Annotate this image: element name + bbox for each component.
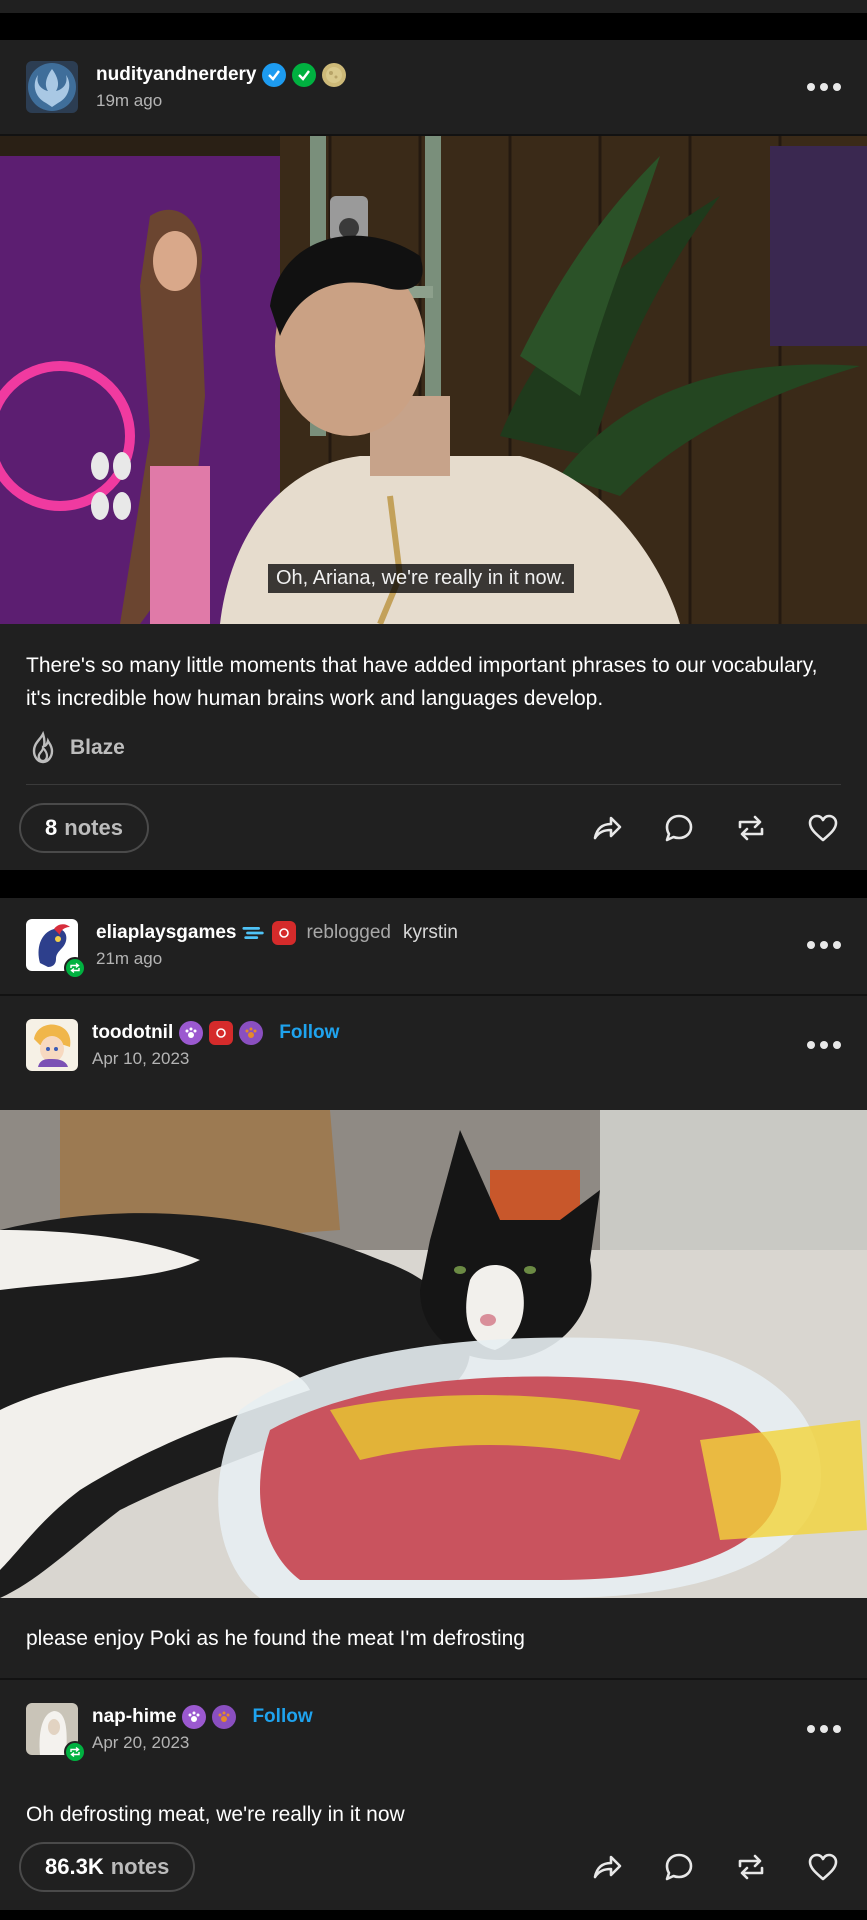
reblog-badge-icon	[64, 1741, 86, 1763]
more-options-icon[interactable]	[807, 935, 841, 955]
reblog-source[interactable]: kyrstin	[403, 922, 458, 944]
post-card: nudityandnerdery 19m ago Oh, Ariana, we'…	[0, 40, 867, 870]
trail-text: please enjoy Poki as he found the meat I…	[26, 1627, 525, 1650]
like-icon[interactable]	[807, 1851, 839, 1883]
follow-button[interactable]: Follow	[252, 1706, 312, 1728]
previous-post-tail	[0, 0, 867, 13]
cat-photo-image	[0, 1110, 867, 1598]
rebel-alliance-avatar-icon	[26, 61, 78, 113]
blog-name[interactable]: eliaplaysgames	[96, 922, 236, 944]
trail-date: Apr 20, 2023	[92, 1733, 190, 1752]
paw-badge-icon	[182, 1705, 207, 1729]
paw-icon	[212, 1705, 237, 1729]
avatar[interactable]	[26, 1019, 78, 1071]
trail-header: toodotnil Follow Apr 10, 2023	[0, 996, 867, 1094]
footer-divider	[26, 784, 841, 785]
post-image[interactable]: Oh, Ariana, we're really in it now.	[0, 136, 867, 624]
notes-button[interactable]: 86.3K notes	[19, 1842, 196, 1892]
notes-count: 8	[45, 815, 58, 840]
post-header: nudityandnerdery 19m ago	[0, 40, 867, 134]
more-options-icon[interactable]	[807, 1719, 841, 1739]
reblogged-label: reblogged	[306, 922, 392, 943]
follow-button[interactable]: Follow	[279, 1022, 339, 1044]
tv-scene-image	[0, 136, 867, 624]
post-card: eliaplaysgames reblogged kyrstin 21m ago	[0, 898, 867, 1910]
more-options-icon[interactable]	[807, 1035, 841, 1055]
reblog-badge-icon	[64, 957, 86, 979]
reblog-icon[interactable]	[735, 1851, 767, 1883]
blog-name[interactable]: toodotnil	[92, 1022, 173, 1044]
blaze-button[interactable]: Blaze	[26, 731, 125, 765]
post-actions	[591, 808, 839, 848]
blaze-label: Blaze	[70, 736, 125, 759]
post-header: eliaplaysgames reblogged kyrstin 21m ago	[0, 898, 867, 992]
flame-icon	[32, 731, 54, 764]
avatar[interactable]	[26, 61, 78, 113]
anime-avatar-icon	[26, 1019, 78, 1071]
shield-icon	[209, 1021, 234, 1045]
blog-name[interactable]: nap-hime	[92, 1706, 176, 1728]
verified-icon	[262, 63, 287, 87]
share-icon[interactable]	[591, 812, 623, 844]
post-text: There's so many little moments that have…	[26, 654, 818, 710]
notes-button[interactable]: 8 notes	[19, 803, 149, 853]
video-subtitle: Oh, Ariana, we're really in it now.	[268, 564, 574, 593]
post-time: 21m ago	[96, 949, 163, 968]
reply-icon[interactable]	[663, 1851, 695, 1883]
reply-icon[interactable]	[663, 812, 695, 844]
paw-badge-icon	[179, 1021, 204, 1045]
avatar[interactable]	[26, 919, 86, 979]
trail-header: nap-hime Follow Apr 20, 2023	[0, 1680, 867, 1778]
like-icon[interactable]	[807, 812, 839, 844]
share-icon[interactable]	[591, 1851, 623, 1883]
shield-icon	[272, 921, 297, 945]
notes-count: 86.3K	[45, 1854, 104, 1879]
paw-icon	[239, 1021, 264, 1045]
reblog-icon[interactable]	[735, 812, 767, 844]
avatar[interactable]	[26, 1703, 86, 1763]
post-time: 19m ago	[96, 91, 163, 110]
notes-label: notes	[64, 815, 123, 840]
post-actions	[591, 1847, 839, 1887]
trail-text: Oh defrosting meat, we're really in it n…	[26, 1803, 405, 1826]
post-image[interactable]	[0, 1110, 867, 1598]
more-options-icon[interactable]	[807, 77, 841, 97]
green-check-icon	[292, 63, 317, 87]
trail-date: Apr 10, 2023	[92, 1049, 190, 1068]
moon-icon	[322, 63, 347, 87]
blog-name[interactable]: nudityandnerdery	[96, 64, 256, 86]
wind-icon	[242, 921, 266, 945]
notes-label: notes	[110, 1854, 170, 1879]
